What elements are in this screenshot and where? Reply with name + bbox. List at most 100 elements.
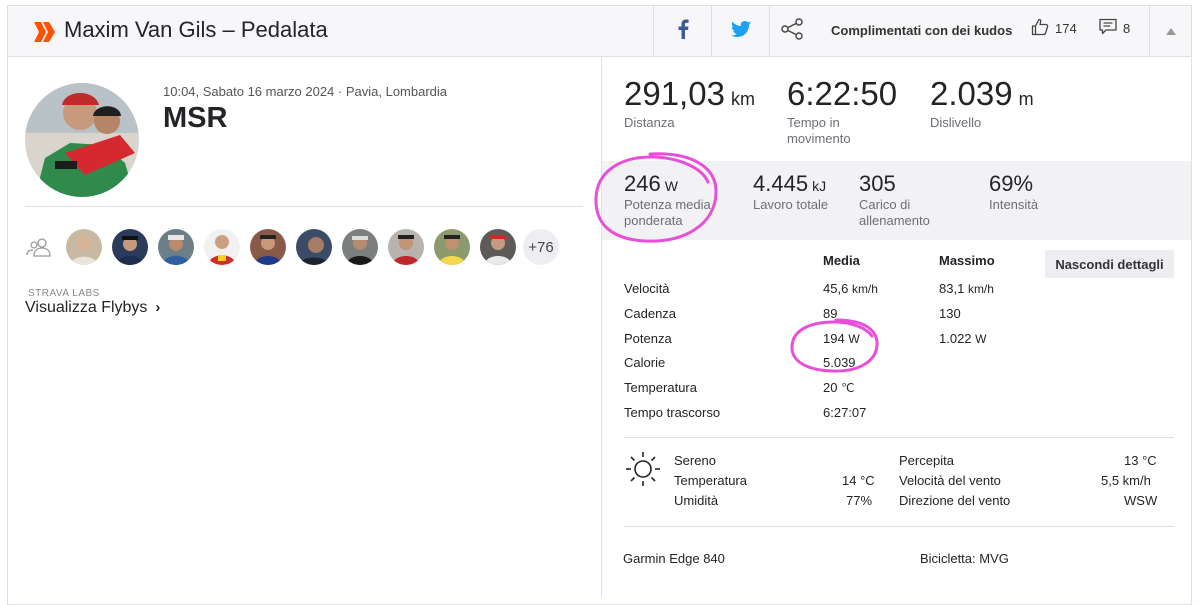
kudos-button[interactable]: Complimentati con dei kudos: [831, 23, 1012, 38]
detail-avg-value: 89: [823, 306, 838, 321]
detail-avg-value: 6:27:07: [823, 405, 867, 420]
detail-max: 1.022 W: [939, 331, 987, 346]
detail-label: Potenza: [624, 331, 672, 346]
twitter-share-button[interactable]: [712, 6, 769, 56]
column-header-avg: Media: [823, 253, 860, 268]
collapse-button[interactable]: [1150, 6, 1191, 56]
weather-humidity-value: 77%: [846, 493, 873, 508]
group-athlete-avatar[interactable]: [112, 229, 148, 265]
divider: [25, 206, 583, 207]
group-athlete-avatar[interactable]: [296, 229, 332, 265]
activity-date-location: 10:04, Sabato 16 marzo 2024 · Pavia, Lom…: [163, 84, 448, 99]
stat-value: 69%: [989, 171, 1034, 196]
group-athlete-avatar[interactable]: [66, 229, 102, 265]
weather-feels-value: 13 °C: [1124, 453, 1157, 468]
group-athlete-avatar[interactable]: [388, 229, 424, 265]
chevron-right-icon: ›: [155, 299, 161, 316]
caret-up-icon: [1165, 22, 1176, 40]
stat-intensity: 69% Intensità: [989, 171, 1038, 213]
detail-avg: 20 ℃: [823, 380, 855, 395]
bike-name[interactable]: Bicicletta: MVG: [920, 551, 1009, 566]
stat-unit: W: [664, 178, 678, 194]
kudos-count-value: 174: [1055, 21, 1077, 36]
hide-details-button[interactable]: Nascondi dettagli: [1045, 250, 1174, 278]
group-athlete-avatar[interactable]: [480, 229, 516, 265]
stat-unit: km: [730, 89, 755, 109]
weather-humidity-label: Umidità: [674, 493, 719, 508]
stats-panel: 291,03 km Distanza 6:22:50 Tempo in movim…: [602, 57, 1191, 597]
activity-card: Maxim Van Gils – Pedalata Complimentati …: [7, 5, 1192, 605]
stat-label: Tempo in movimento: [787, 115, 851, 146]
divider: [624, 437, 1174, 438]
stat-moving-time: 6:22:50 Tempo in movimento: [787, 75, 897, 147]
stat-label: Intensità: [989, 197, 1039, 212]
detail-avg-unit: ℃: [841, 381, 855, 395]
flybys-link[interactable]: Visualizza Flybys ›: [25, 299, 160, 317]
thumbs-up-icon: [1031, 18, 1049, 39]
stat-label: Distanza: [624, 115, 675, 130]
stat-value: 305: [859, 171, 896, 196]
facebook-share-button[interactable]: [654, 6, 711, 56]
stat-unit: m: [1018, 89, 1034, 109]
stat-label: Lavoro totale: [753, 197, 829, 212]
device-name: Garmin Edge 840: [623, 551, 725, 566]
detail-max-value: 1.022: [939, 331, 972, 346]
weather-wind-dir-value: WSW: [1124, 493, 1158, 508]
flybys-label: Visualizza Flybys: [25, 299, 148, 316]
comments-count[interactable]: 8: [1099, 18, 1130, 38]
stat-value: 6:22:50: [787, 75, 898, 112]
more-athletes-button[interactable]: +76: [523, 229, 559, 265]
stat-total-work: 4.445 kJ Lavoro totale: [753, 171, 828, 213]
page-title: Maxim Van Gils – Pedalata: [64, 17, 328, 42]
column-header-max: Massimo: [939, 253, 995, 268]
group-people-icon: [26, 237, 52, 262]
detail-max-value: 83,1: [939, 281, 965, 296]
weather-wind-dir-label: Direzione del vento: [899, 493, 1011, 508]
weather-temp-value: 14 °C: [842, 473, 875, 488]
divider: [624, 526, 1174, 527]
detail-avg-unit: km/h: [851, 282, 878, 296]
stat-training-load: 305 Carico di allenamento: [859, 171, 949, 229]
facebook-icon: [677, 19, 689, 44]
group-athlete-avatar[interactable]: [158, 229, 194, 265]
stat-unit: kJ: [812, 178, 827, 194]
twitter-icon: [730, 20, 751, 42]
stat-value: 291,03: [624, 75, 725, 112]
strava-labs-label: STRAVA LABS: [28, 288, 100, 299]
stat-value: 4.445: [753, 171, 809, 196]
strava-chevron-logo-icon: [34, 22, 56, 47]
stat-value: 246: [624, 171, 661, 196]
share-icon: [780, 17, 804, 45]
group-athlete-avatar[interactable]: [250, 229, 286, 265]
stat-label: Potenza media ponderata: [624, 197, 711, 228]
share-button[interactable]: [770, 6, 814, 56]
comments-count-value: 8: [1123, 20, 1131, 36]
secondary-stats: 246 W Potenza media ponderata 4.445 kJ Lav…: [602, 161, 1191, 240]
kudos-count[interactable]: 174: [1031, 18, 1077, 39]
sun-icon: [624, 450, 662, 493]
weather-wind-speed-label: Velocità del vento: [899, 473, 1001, 488]
group-athlete-avatar[interactable]: [434, 229, 470, 265]
group-athlete-avatar[interactable]: [204, 229, 240, 265]
activity-header: Maxim Van Gils – Pedalata Complimentati …: [8, 6, 1191, 57]
detail-avg-value: 20: [823, 380, 838, 395]
stat-label: Dislivello: [930, 115, 982, 130]
detail-max-unit: W: [975, 332, 987, 346]
detail-avg-value: 5.039: [823, 355, 856, 370]
weather-feels-label: Percepita: [899, 453, 954, 468]
activity-summary: 10:04, Sabato 16 marzo 2024 · Pavia, Lom…: [8, 57, 602, 597]
stat-elevation: 2.039 m Dislivello: [930, 75, 1034, 131]
detail-avg: 45,6 km/h: [823, 281, 878, 296]
stat-value: 2.039: [930, 75, 1013, 112]
detail-label: Temperatura: [624, 380, 697, 395]
detail-label: Cadenza: [624, 306, 677, 321]
stat-weighted-power: 246 W Potenza media ponderata: [624, 171, 729, 229]
detail-label: Calorie: [624, 355, 666, 370]
detail-max-value: 130: [939, 306, 961, 321]
athlete-avatar[interactable]: [25, 83, 139, 197]
detail-avg: 194 W: [823, 331, 860, 346]
detail-avg-value: 45,6: [823, 281, 849, 296]
group-athlete-avatar[interactable]: [342, 229, 378, 265]
weather-condition: Sereno: [674, 453, 716, 468]
weather-wind-speed-value: 5,5 km/h: [1101, 473, 1151, 488]
